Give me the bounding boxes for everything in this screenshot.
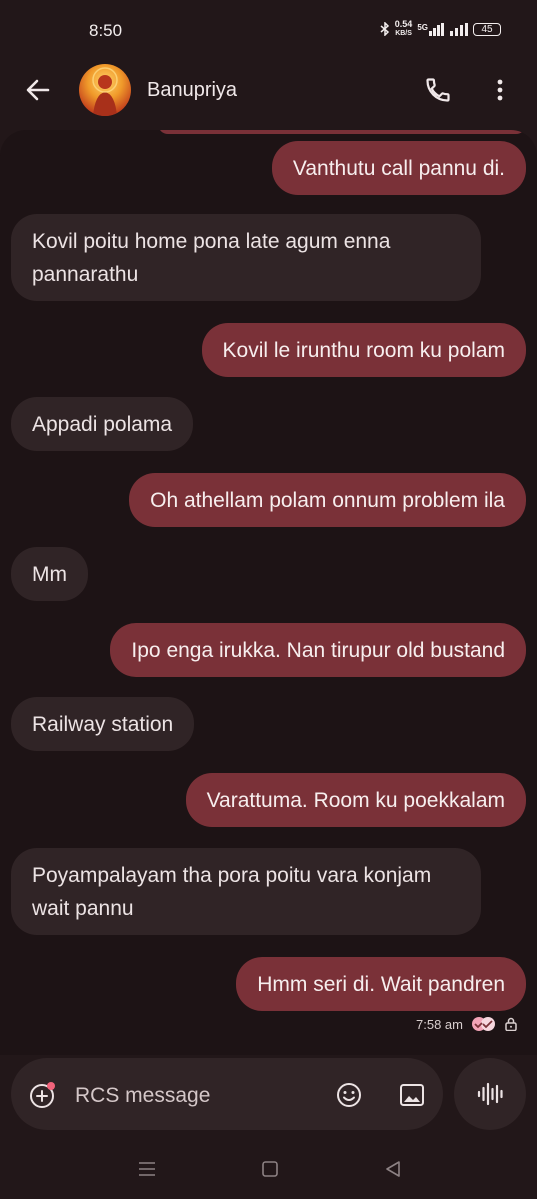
gallery-icon[interactable]: [398, 1081, 426, 1109]
bluetooth-icon: [380, 22, 389, 36]
avatar-image: [92, 67, 118, 116]
avatar[interactable]: [79, 64, 131, 116]
signal-icon-2: [450, 22, 468, 36]
message-bubble-outgoing[interactable]: Ipo enga irukka. Nan tirupur old bustand: [110, 623, 526, 677]
message-bubble-incoming[interactable]: Railway station: [11, 697, 195, 751]
message-bubble-incoming[interactable]: Appadi polama: [11, 397, 194, 451]
compose-bar: [11, 1058, 443, 1130]
message-time: 7:58 am: [416, 1016, 463, 1032]
back-triangle-icon[interactable]: [385, 1161, 401, 1177]
message-bubble-incoming[interactable]: Kovil poitu home pona late agum enna pan…: [11, 214, 481, 301]
message-bubble-outgoing[interactable]: Hmm seri di. Wait pandren: [236, 957, 526, 1011]
lock-icon: [505, 1017, 517, 1031]
message-meta: 7:58 am: [416, 1016, 517, 1032]
status-bar: 8:50 0.54 KB/S 5G 45: [0, 0, 537, 62]
message-bubble-incoming[interactable]: Mm: [11, 547, 88, 601]
home-square-icon[interactable]: [262, 1161, 278, 1177]
contact-name[interactable]: Banupriya: [147, 79, 237, 102]
message-list[interactable]: Vanthutu call pannu di. Kovil poitu home…: [0, 130, 537, 1055]
conversation-header: Banupriya: [0, 62, 537, 130]
read-receipt-icon: [472, 1017, 495, 1031]
message-bubble-outgoing[interactable]: Varattuma. Room ku poekkalam: [185, 773, 526, 827]
battery-indicator: 45: [473, 22, 501, 36]
audio-waveform-icon: [477, 1082, 503, 1106]
message-input[interactable]: [73, 1080, 327, 1112]
message-bubble-outgoing[interactable]: Vanthutu call pannu di.: [271, 141, 526, 195]
add-attachment-icon[interactable]: [29, 1081, 57, 1109]
message-bubble-incoming[interactable]: Poyampalayam tha pora poitu vara konjam …: [11, 848, 481, 935]
message-bubble-outgoing[interactable]: Oh athellam polam onnum problem ila: [129, 473, 526, 527]
status-icons: 0.54 KB/S 5G 45: [380, 20, 501, 38]
system-navigation-bar: [0, 1140, 537, 1199]
voice-message-button[interactable]: [454, 1058, 526, 1130]
phone-icon[interactable]: [424, 76, 452, 104]
message-bubble-outgoing[interactable]: Kovil le irunthu room ku polam: [201, 323, 526, 377]
recents-menu-icon[interactable]: [138, 1161, 156, 1177]
status-time: 8:50: [89, 21, 123, 40]
signal-5g: 5G: [417, 22, 445, 36]
emoji-icon[interactable]: [335, 1081, 363, 1109]
signal-icon: [429, 22, 444, 36]
arrow-back-icon[interactable]: [24, 76, 52, 104]
net-speed: 0.54 KB/S: [394, 19, 413, 38]
more-vert-icon[interactable]: [488, 76, 512, 104]
partial-message-top: [158, 130, 526, 134]
